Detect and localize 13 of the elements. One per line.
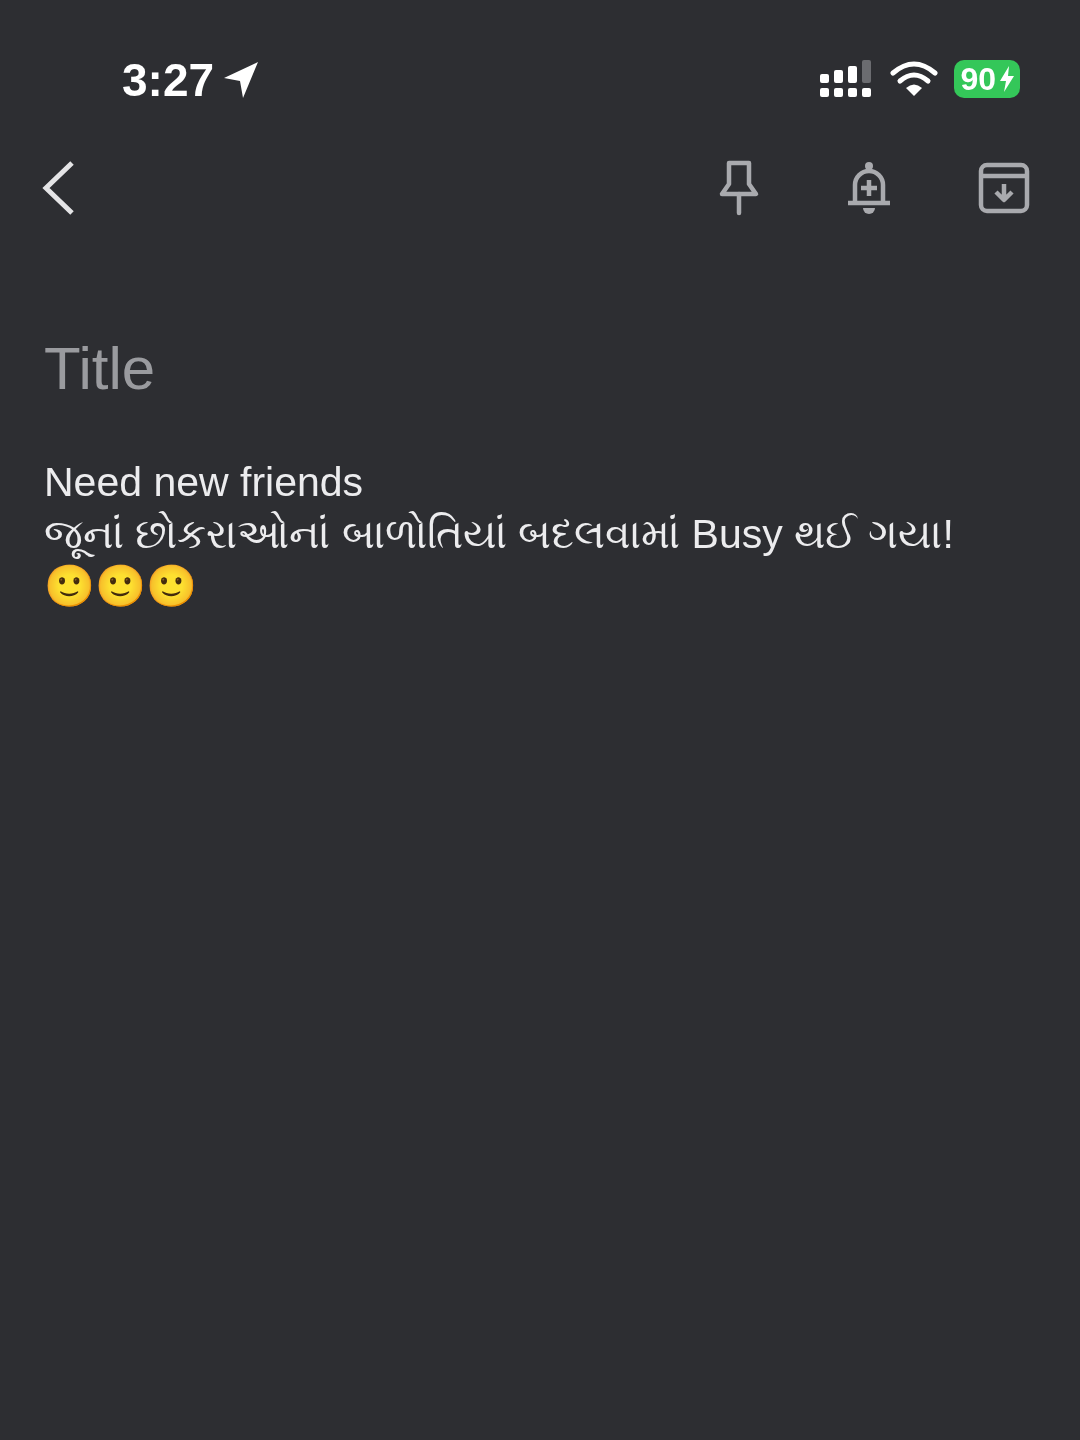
archive-button[interactable] [978,162,1030,214]
battery-level: 90 [954,60,1020,98]
back-button[interactable] [40,160,76,216]
title-field[interactable]: Title [44,324,744,414]
note-text-line: 🙂🙂🙂 [44,562,197,611]
wifi-icon [890,61,939,97]
pin-button[interactable] [718,160,760,216]
status-time: 3:27 [122,53,215,108]
location-arrow-icon [222,60,261,100]
note-text-line: જૂનાં છોકરાઓનાં બાળોતિયાં બદલવામાં Busy થઈ ગયા! [44,510,954,560]
charging-bolt-icon [1000,66,1014,92]
note-text-line: Need new friends [44,458,364,507]
add-reminder-button[interactable] [846,160,892,216]
